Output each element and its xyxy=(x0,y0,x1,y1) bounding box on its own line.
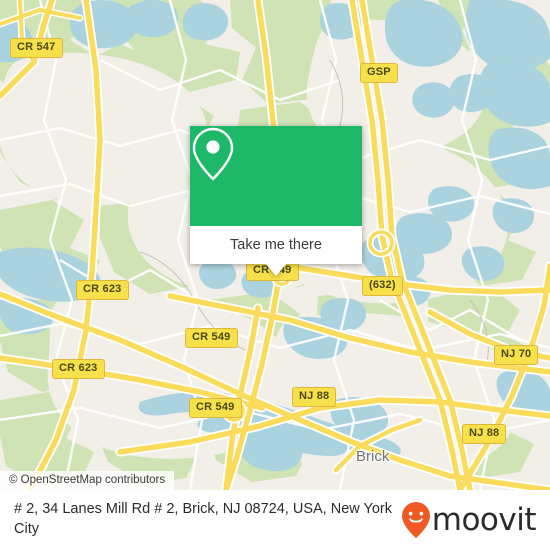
popup-image-panel xyxy=(190,126,362,226)
address-label: # 2, 34 Lanes Mill Rd # 2, Brick, NJ 087… xyxy=(14,501,392,537)
moovit-pin-icon xyxy=(401,502,430,538)
map-shield-nj88-west: NJ 88 xyxy=(292,387,337,407)
map-shield-nj88-east: NJ 88 xyxy=(462,424,507,444)
map-shield-cr623-north: CR 623 xyxy=(76,280,129,300)
location-popup[interactable]: Take me there xyxy=(190,126,362,276)
map-shield-cr549-south: CR 549 xyxy=(189,398,242,418)
osm-attribution[interactable]: © OpenStreetMap contributors xyxy=(0,471,175,490)
map-shield-632: (632) xyxy=(362,276,403,296)
moovit-wordmark: moovit xyxy=(431,501,537,538)
map-page: CR 547 GSP CR 623 CR 549 (632) CR 549 CR… xyxy=(0,0,550,550)
map-pin-icon xyxy=(192,127,234,181)
map-shield-cr549-mid: CR 549 xyxy=(185,328,238,348)
osm-attribution-text: © OpenStreetMap contributors xyxy=(9,474,166,486)
map-shield-cr547: CR 547 xyxy=(10,38,63,58)
take-me-there-button[interactable]: Take me there xyxy=(190,226,362,264)
take-me-there-label: Take me there xyxy=(230,237,322,253)
popup-tail xyxy=(265,263,287,276)
map-place-label-brick: Brick xyxy=(356,448,390,465)
moovit-logo[interactable]: moovit xyxy=(401,501,537,539)
map-shield-gsp: GSP xyxy=(360,63,398,83)
footer-bar: # 2, 34 Lanes Mill Rd # 2, Brick, NJ 087… xyxy=(0,490,550,550)
map-shield-cr623-south: CR 623 xyxy=(52,359,105,379)
map-canvas[interactable]: CR 547 GSP CR 623 CR 549 (632) CR 549 CR… xyxy=(0,0,550,490)
map-shield-nj70: NJ 70 xyxy=(494,345,539,365)
